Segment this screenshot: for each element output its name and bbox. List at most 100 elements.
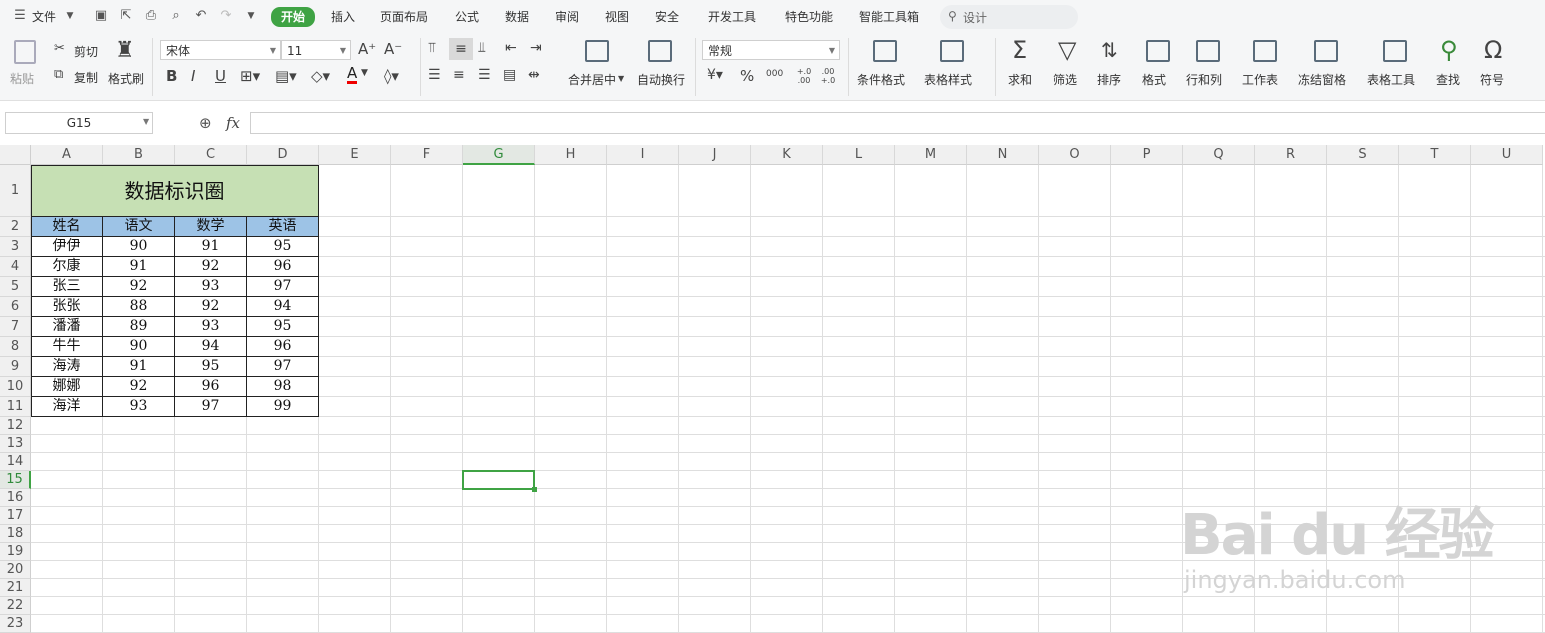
- table-score-cell[interactable]: 93: [175, 277, 247, 297]
- table-header-cell[interactable]: 数学: [175, 217, 247, 237]
- column-header-c[interactable]: C: [175, 145, 247, 165]
- font-name-select[interactable]: 宋体 ▼: [160, 40, 281, 60]
- fill-color-icon[interactable]: ◇▾: [311, 67, 330, 85]
- font-color-icon[interactable]: A: [347, 65, 358, 84]
- merge-center-button[interactable]: 合并居中: [568, 71, 616, 88]
- copy-button[interactable]: 复制: [74, 69, 98, 86]
- eraser-icon[interactable]: ◊▾: [384, 67, 399, 85]
- table-score-cell[interactable]: 97: [175, 397, 247, 417]
- decrease-decimal-button[interactable]: .00 +.0: [818, 67, 838, 85]
- table-name-cell[interactable]: 尔康: [31, 257, 103, 277]
- table-score-cell[interactable]: 92: [103, 377, 175, 397]
- row-header-22[interactable]: 22: [0, 597, 31, 615]
- table-score-cell[interactable]: 91: [103, 357, 175, 377]
- output-icon[interactable]: ⇱: [118, 8, 134, 24]
- cut-button[interactable]: 剪切: [74, 43, 98, 60]
- table-score-cell[interactable]: 90: [103, 337, 175, 357]
- column-header-g[interactable]: G: [463, 145, 535, 165]
- column-header-q[interactable]: Q: [1183, 145, 1255, 165]
- omega-icon[interactable]: Ω: [1484, 36, 1502, 64]
- format-painter-button[interactable]: 格式刷: [108, 70, 144, 87]
- table-score-cell[interactable]: 92: [103, 277, 175, 297]
- hamburger-icon[interactable]: ☰: [12, 8, 28, 24]
- align-middle-icon[interactable]: ≡: [449, 38, 473, 60]
- table-title-cell[interactable]: 数据标识圈: [31, 165, 319, 217]
- increase-decimal-button[interactable]: +.0 .00: [794, 67, 814, 85]
- table-score-cell[interactable]: 92: [175, 257, 247, 277]
- column-header-j[interactable]: J: [679, 145, 751, 165]
- chevron-down-icon[interactable]: ▼: [62, 8, 78, 24]
- selected-cell-g15[interactable]: [462, 470, 535, 490]
- row-header-3[interactable]: 3: [0, 237, 31, 257]
- row-col-icon[interactable]: [1196, 40, 1220, 62]
- tab-review[interactable]: 审阅: [555, 8, 579, 26]
- row-header-9[interactable]: 9: [0, 357, 31, 377]
- table-name-cell[interactable]: 潘潘: [31, 317, 103, 337]
- row-header-23[interactable]: 23: [0, 615, 31, 633]
- table-score-cell[interactable]: 96: [175, 377, 247, 397]
- row-col-button[interactable]: 行和列: [1186, 71, 1222, 88]
- chevron-down-icon[interactable]: ▼: [361, 68, 368, 78]
- search-box[interactable]: ⚲ 设计: [940, 5, 1078, 29]
- symbol-button[interactable]: 符号: [1480, 71, 1504, 88]
- row-header-11[interactable]: 11: [0, 397, 31, 417]
- table-score-cell[interactable]: 96: [247, 337, 319, 357]
- table-header-cell[interactable]: 姓名: [31, 217, 103, 237]
- column-header-e[interactable]: E: [319, 145, 391, 165]
- table-style-icon[interactable]: [940, 40, 964, 62]
- row-header-21[interactable]: 21: [0, 579, 31, 597]
- format-button[interactable]: 格式: [1142, 71, 1166, 88]
- undo-icon[interactable]: ↶: [193, 8, 209, 24]
- sort-icon[interactable]: ⇅: [1101, 38, 1118, 62]
- find-button[interactable]: 查找: [1436, 71, 1460, 88]
- italic-button[interactable]: I: [191, 67, 195, 85]
- table-name-cell[interactable]: 娜娜: [31, 377, 103, 397]
- table-score-cell[interactable]: 93: [175, 317, 247, 337]
- tab-developer[interactable]: 开发工具: [708, 8, 756, 26]
- print-preview-icon[interactable]: ⌕: [168, 8, 184, 24]
- formula-input[interactable]: [250, 112, 1545, 134]
- table-score-cell[interactable]: 95: [247, 317, 319, 337]
- row-header-4[interactable]: 4: [0, 257, 31, 277]
- column-header-n[interactable]: N: [967, 145, 1039, 165]
- table-header-cell[interactable]: 语文: [103, 217, 175, 237]
- border-icon[interactable]: ⊞▾: [240, 67, 260, 85]
- wrap-text-button[interactable]: 自动换行: [637, 71, 685, 88]
- chevron-down-icon[interactable]: ▼: [618, 74, 624, 83]
- column-header-m[interactable]: M: [895, 145, 967, 165]
- tab-data[interactable]: 数据: [505, 8, 529, 26]
- distributed-icon[interactable]: ⇹: [528, 67, 540, 83]
- fx-button[interactable]: fx: [226, 114, 240, 132]
- currency-icon[interactable]: ¥▾: [707, 67, 723, 83]
- percent-button[interactable]: %: [740, 67, 754, 85]
- table-score-cell[interactable]: 92: [175, 297, 247, 317]
- increase-font-icon[interactable]: A⁺: [358, 40, 376, 58]
- align-right-icon[interactable]: ☰: [478, 67, 491, 83]
- tab-page-layout[interactable]: 页面布局: [380, 8, 428, 26]
- tab-special-features[interactable]: 特色功能: [785, 8, 833, 26]
- align-left-icon[interactable]: ☰: [428, 67, 441, 83]
- name-box[interactable]: G15: [5, 112, 153, 134]
- tab-view[interactable]: 视图: [605, 8, 629, 26]
- row-header-8[interactable]: 8: [0, 337, 31, 357]
- column-header-i[interactable]: I: [607, 145, 679, 165]
- table-score-cell[interactable]: 89: [103, 317, 175, 337]
- merge-center-icon[interactable]: [585, 40, 609, 62]
- redo-icon[interactable]: ↷: [218, 8, 234, 24]
- column-header-d[interactable]: D: [247, 145, 319, 165]
- table-score-cell[interactable]: 91: [103, 257, 175, 277]
- sort-button[interactable]: 排序: [1097, 71, 1121, 88]
- justify-icon[interactable]: ▤: [503, 67, 516, 83]
- column-header-h[interactable]: H: [535, 145, 607, 165]
- paste-icon[interactable]: [14, 40, 36, 64]
- row-header-17[interactable]: 17: [0, 507, 31, 525]
- table-score-cell[interactable]: 98: [247, 377, 319, 397]
- row-header-13[interactable]: 13: [0, 435, 31, 453]
- filter-icon[interactable]: ▽: [1058, 36, 1076, 64]
- filter-button[interactable]: 筛选: [1053, 71, 1077, 88]
- table-header-cell[interactable]: 英语: [247, 217, 319, 237]
- column-header-a[interactable]: A: [31, 145, 103, 165]
- row-header-12[interactable]: 12: [0, 417, 31, 435]
- thousands-button[interactable]: 000: [766, 69, 783, 79]
- wrap-text-icon[interactable]: [648, 40, 672, 62]
